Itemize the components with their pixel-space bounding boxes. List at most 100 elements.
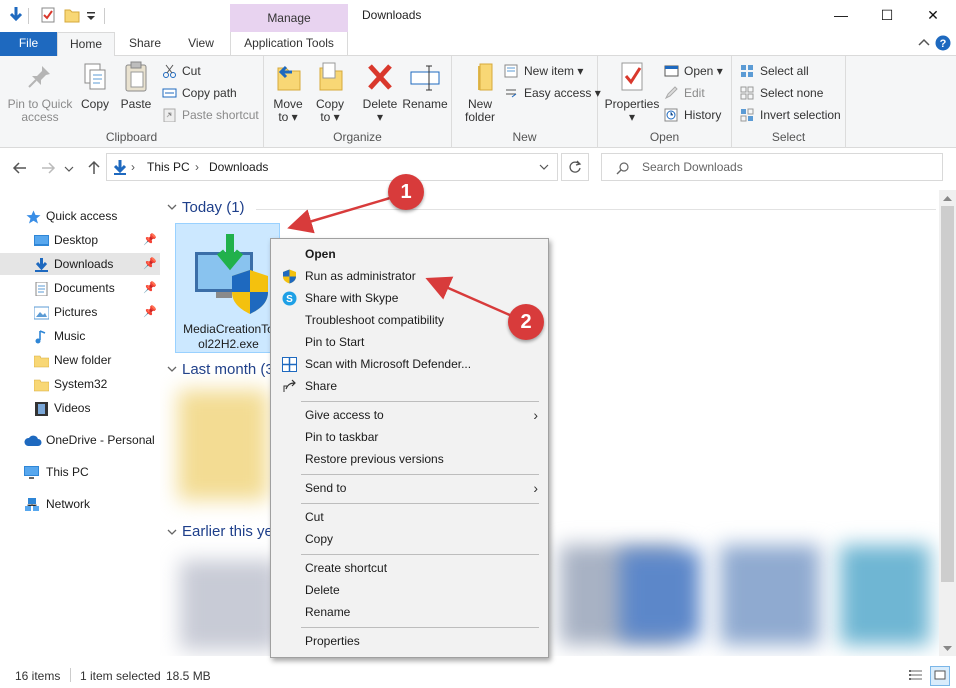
menu-item-create-shortcut[interactable]: Create shortcut: [273, 557, 546, 579]
title-bar: Manage Downloads — ☐ ✕: [0, 0, 956, 32]
menu-separator: [301, 554, 539, 555]
new-folder-button[interactable]: New folder: [460, 60, 500, 124]
address-bar[interactable]: › This PC › Downloads: [106, 153, 558, 181]
copy-path-button[interactable]: Copy path: [162, 84, 237, 104]
sidebar-item-music[interactable]: Music: [0, 325, 160, 347]
history-button[interactable]: History: [664, 106, 721, 126]
manage-tab[interactable]: Manage: [230, 4, 348, 32]
sidebar-item-downloads[interactable]: Downloads 📌: [0, 253, 160, 275]
customize-quick-access-icon[interactable]: [86, 6, 102, 24]
invert-selection-button[interactable]: Invert selection: [740, 106, 841, 126]
help-icon[interactable]: ?: [935, 35, 951, 51]
select-none-icon: [740, 86, 755, 100]
refresh-button[interactable]: [561, 153, 589, 181]
collapse-ribbon-icon[interactable]: [916, 35, 932, 51]
sidebar-item-onedrive[interactable]: OneDrive - Personal: [0, 429, 160, 451]
menu-item-send-to[interactable]: Send to ›: [273, 477, 546, 499]
select-none-button[interactable]: Select none: [740, 84, 823, 104]
minimize-button[interactable]: —: [818, 0, 864, 32]
scroll-down-arrow-icon[interactable]: [942, 642, 953, 652]
vertical-scrollbar[interactable]: [939, 190, 956, 656]
breadcrumb-this-pc[interactable]: This PC: [147, 160, 190, 174]
menu-item-restore-previous-versions[interactable]: Restore previous versions: [273, 448, 546, 470]
menu-item-cut[interactable]: Cut: [273, 506, 546, 528]
rename-button[interactable]: Rename: [402, 60, 448, 111]
menu-item-copy[interactable]: Copy: [273, 528, 546, 550]
copy-button[interactable]: Copy: [78, 60, 112, 111]
menu-item-open[interactable]: Open: [273, 243, 546, 265]
easy-access-button[interactable]: Easy access ▾: [504, 84, 601, 104]
address-history-chevron-icon[interactable]: [537, 160, 551, 174]
menu-item-share-with-skype[interactable]: S Share with Skype: [273, 287, 546, 309]
paste-shortcut-button[interactable]: Paste shortcut: [162, 106, 259, 126]
delete-button[interactable]: Delete ▾: [360, 60, 400, 124]
properties-button[interactable]: Properties ▾: [604, 60, 660, 124]
menu-item-delete[interactable]: Delete: [273, 579, 546, 601]
tab-share[interactable]: Share: [120, 32, 170, 56]
tab-home[interactable]: Home: [57, 32, 115, 57]
rename-icon: [409, 60, 441, 94]
search-box[interactable]: Search Downloads: [601, 153, 943, 181]
up-arrow-icon[interactable]: [84, 158, 104, 178]
back-arrow-icon[interactable]: [10, 158, 30, 178]
collapse-group-chevron-icon[interactable]: [167, 527, 177, 540]
group-divider: [256, 209, 936, 210]
scroll-up-arrow-icon[interactable]: [942, 193, 953, 203]
properties-checkmark-icon[interactable]: [40, 6, 56, 24]
pin-to-quick-access-button[interactable]: Pin to Quick access: [4, 60, 76, 124]
sidebar-item-documents[interactable]: Documents 📌: [0, 277, 160, 299]
recent-locations-chevron-icon[interactable]: [62, 158, 76, 178]
copy-to-button[interactable]: Copy to ▾: [312, 60, 348, 124]
copy-path-label: Copy path: [182, 86, 237, 100]
group-header-today[interactable]: Today (1): [182, 199, 245, 216]
sidebar-item-quick-access[interactable]: Quick access: [0, 205, 160, 227]
move-to-button[interactable]: Move to ▾: [270, 60, 306, 124]
new-item-label: New item ▾: [524, 64, 584, 78]
large-icons-view-icon[interactable]: [930, 666, 950, 686]
menu-item-give-access-to[interactable]: Give access to ›: [273, 404, 546, 426]
edit-label: Edit: [684, 86, 705, 100]
menu-item-properties[interactable]: Properties: [273, 630, 546, 652]
collapse-group-chevron-icon[interactable]: [167, 364, 177, 377]
menu-item-pin-to-start[interactable]: Pin to Start: [273, 331, 546, 353]
edit-button[interactable]: Edit: [664, 84, 705, 104]
sidebar-item-this-pc[interactable]: This PC: [0, 461, 160, 483]
new-folder-icon[interactable]: [64, 6, 80, 24]
tab-file[interactable]: File: [0, 32, 57, 56]
select-all-button[interactable]: Select all: [740, 62, 809, 82]
menu-item-troubleshoot-compatibility[interactable]: Troubleshoot compatibility: [273, 309, 546, 331]
menu-item-run-as-administrator[interactable]: Run as administrator: [273, 265, 546, 287]
search-input-placeholder[interactable]: Search Downloads: [642, 160, 743, 174]
search-icon: [616, 161, 630, 175]
tab-application-tools[interactable]: Application Tools: [230, 32, 348, 56]
maximize-button[interactable]: ☐: [864, 0, 910, 32]
close-button[interactable]: ✕: [910, 0, 956, 32]
group-header-earlier-this-year[interactable]: Earlier this ye: [182, 523, 273, 540]
forward-arrow-icon[interactable]: [38, 158, 58, 178]
menu-item-rename[interactable]: Rename: [273, 601, 546, 623]
new-item-button[interactable]: New item ▾: [504, 62, 583, 82]
sidebar-item-pictures[interactable]: Pictures 📌: [0, 301, 160, 323]
sidebar-item-new-folder[interactable]: New folder: [0, 349, 160, 371]
breadcrumb-downloads[interactable]: Downloads: [209, 160, 268, 174]
details-view-icon[interactable]: [908, 668, 924, 684]
group-header-last-month[interactable]: Last month (3: [182, 361, 274, 378]
network-icon: [24, 497, 39, 511]
open-button[interactable]: Open ▾: [664, 62, 723, 82]
selected-file-tile[interactable]: MediaCreationTo ol22H2.exe: [175, 223, 280, 353]
sidebar-item-system32[interactable]: System32: [0, 373, 160, 395]
sidebar-item-desktop[interactable]: Desktop 📌: [0, 229, 160, 251]
tab-view[interactable]: View: [176, 32, 226, 56]
sidebar-item-network[interactable]: Network: [0, 493, 160, 515]
menu-item-scan-with-defender[interactable]: Scan with Microsoft Defender...: [273, 353, 546, 375]
menu-separator: [301, 401, 539, 402]
download-arrow-icon[interactable]: [8, 6, 24, 24]
sidebar-item-videos[interactable]: Videos: [0, 397, 160, 419]
paste-button[interactable]: Paste: [118, 60, 154, 111]
menu-item-pin-to-taskbar[interactable]: Pin to taskbar: [273, 426, 546, 448]
cut-button[interactable]: Cut: [162, 62, 201, 82]
menu-item-share[interactable]: Share: [273, 375, 546, 397]
sidebar-item-label: Quick access: [46, 209, 118, 223]
collapse-group-chevron-icon[interactable]: [167, 202, 177, 215]
scrollbar-thumb[interactable]: [941, 206, 954, 582]
